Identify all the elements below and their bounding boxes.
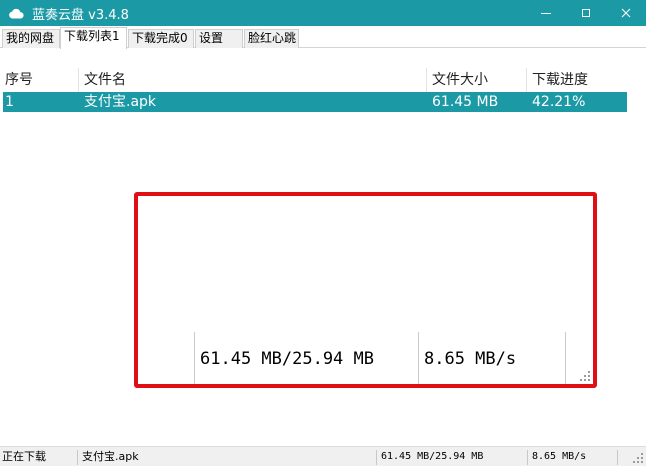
cell-progress: 42.21% xyxy=(532,94,586,110)
column-divider[interactable] xyxy=(426,68,427,92)
title-bar: 蓝奏云盘 v3.4.8 xyxy=(0,0,646,26)
tab-heartbeat[interactable]: 脸红心跳 xyxy=(244,29,299,48)
tab-download-complete[interactable]: 下载完成0 xyxy=(128,29,194,48)
status-progress: 61.45 MB/25.94 MB xyxy=(381,451,484,462)
maximize-icon xyxy=(582,9,590,17)
zoom-divider xyxy=(418,332,419,384)
status-filename: 支付宝.apk xyxy=(82,450,139,463)
tab-bar: 我的网盘 下载列表1 下载完成0 设置 脸红心跳 xyxy=(0,26,646,49)
minimize-button[interactable] xyxy=(526,0,566,26)
cloud-icon xyxy=(8,7,24,19)
status-divider xyxy=(527,450,528,465)
cell-size: 61.45 MB xyxy=(432,94,499,110)
column-divider[interactable] xyxy=(78,68,79,92)
resize-grip-icon[interactable] xyxy=(632,452,644,464)
zoom-divider xyxy=(194,332,195,384)
header-progress[interactable]: 下载进度 xyxy=(532,70,588,90)
highlight-box: 61.45 MB/25.94 MB 8.65 MB/s xyxy=(134,192,597,388)
close-button[interactable] xyxy=(606,0,646,26)
status-divider xyxy=(77,450,78,465)
status-divider xyxy=(376,450,377,465)
table-row[interactable]: 1 支付宝.apk 61.45 MB 42.21% xyxy=(3,92,627,112)
status-speed: 8.65 MB/s xyxy=(532,451,587,462)
status-divider xyxy=(617,450,618,465)
status-state: 正在下载 xyxy=(2,450,46,463)
zoom-divider xyxy=(565,332,566,384)
header-filename[interactable]: 文件名 xyxy=(84,70,126,90)
cell-index: 1 xyxy=(5,94,14,110)
tab-my-drive[interactable]: 我的网盘 xyxy=(2,29,60,48)
header-size[interactable]: 文件大小 xyxy=(432,70,488,90)
cell-filename: 支付宝.apk xyxy=(84,94,157,110)
resize-grip-icon xyxy=(580,371,590,381)
zoom-speed-text: 8.65 MB/s xyxy=(424,349,517,369)
status-bar: 正在下载 支付宝.apk 61.45 MB/25.94 MB 8.65 MB/s xyxy=(0,446,646,466)
download-table: 序号 文件名 文件大小 下载进度 1 支付宝.apk 61.45 MB 42.2… xyxy=(3,66,627,112)
maximize-button[interactable] xyxy=(566,0,606,26)
minimize-icon xyxy=(541,13,551,14)
tab-download-list[interactable]: 下载列表1 xyxy=(60,27,127,49)
header-index[interactable]: 序号 xyxy=(5,70,33,90)
zoom-progress-text: 61.45 MB/25.94 MB xyxy=(200,349,374,369)
column-divider[interactable] xyxy=(526,68,527,92)
table-header: 序号 文件名 文件大小 下载进度 xyxy=(3,66,627,92)
tab-settings[interactable]: 设置 xyxy=(195,29,243,48)
window-title: 蓝奏云盘 v3.4.8 xyxy=(32,7,129,23)
close-icon xyxy=(621,8,631,18)
